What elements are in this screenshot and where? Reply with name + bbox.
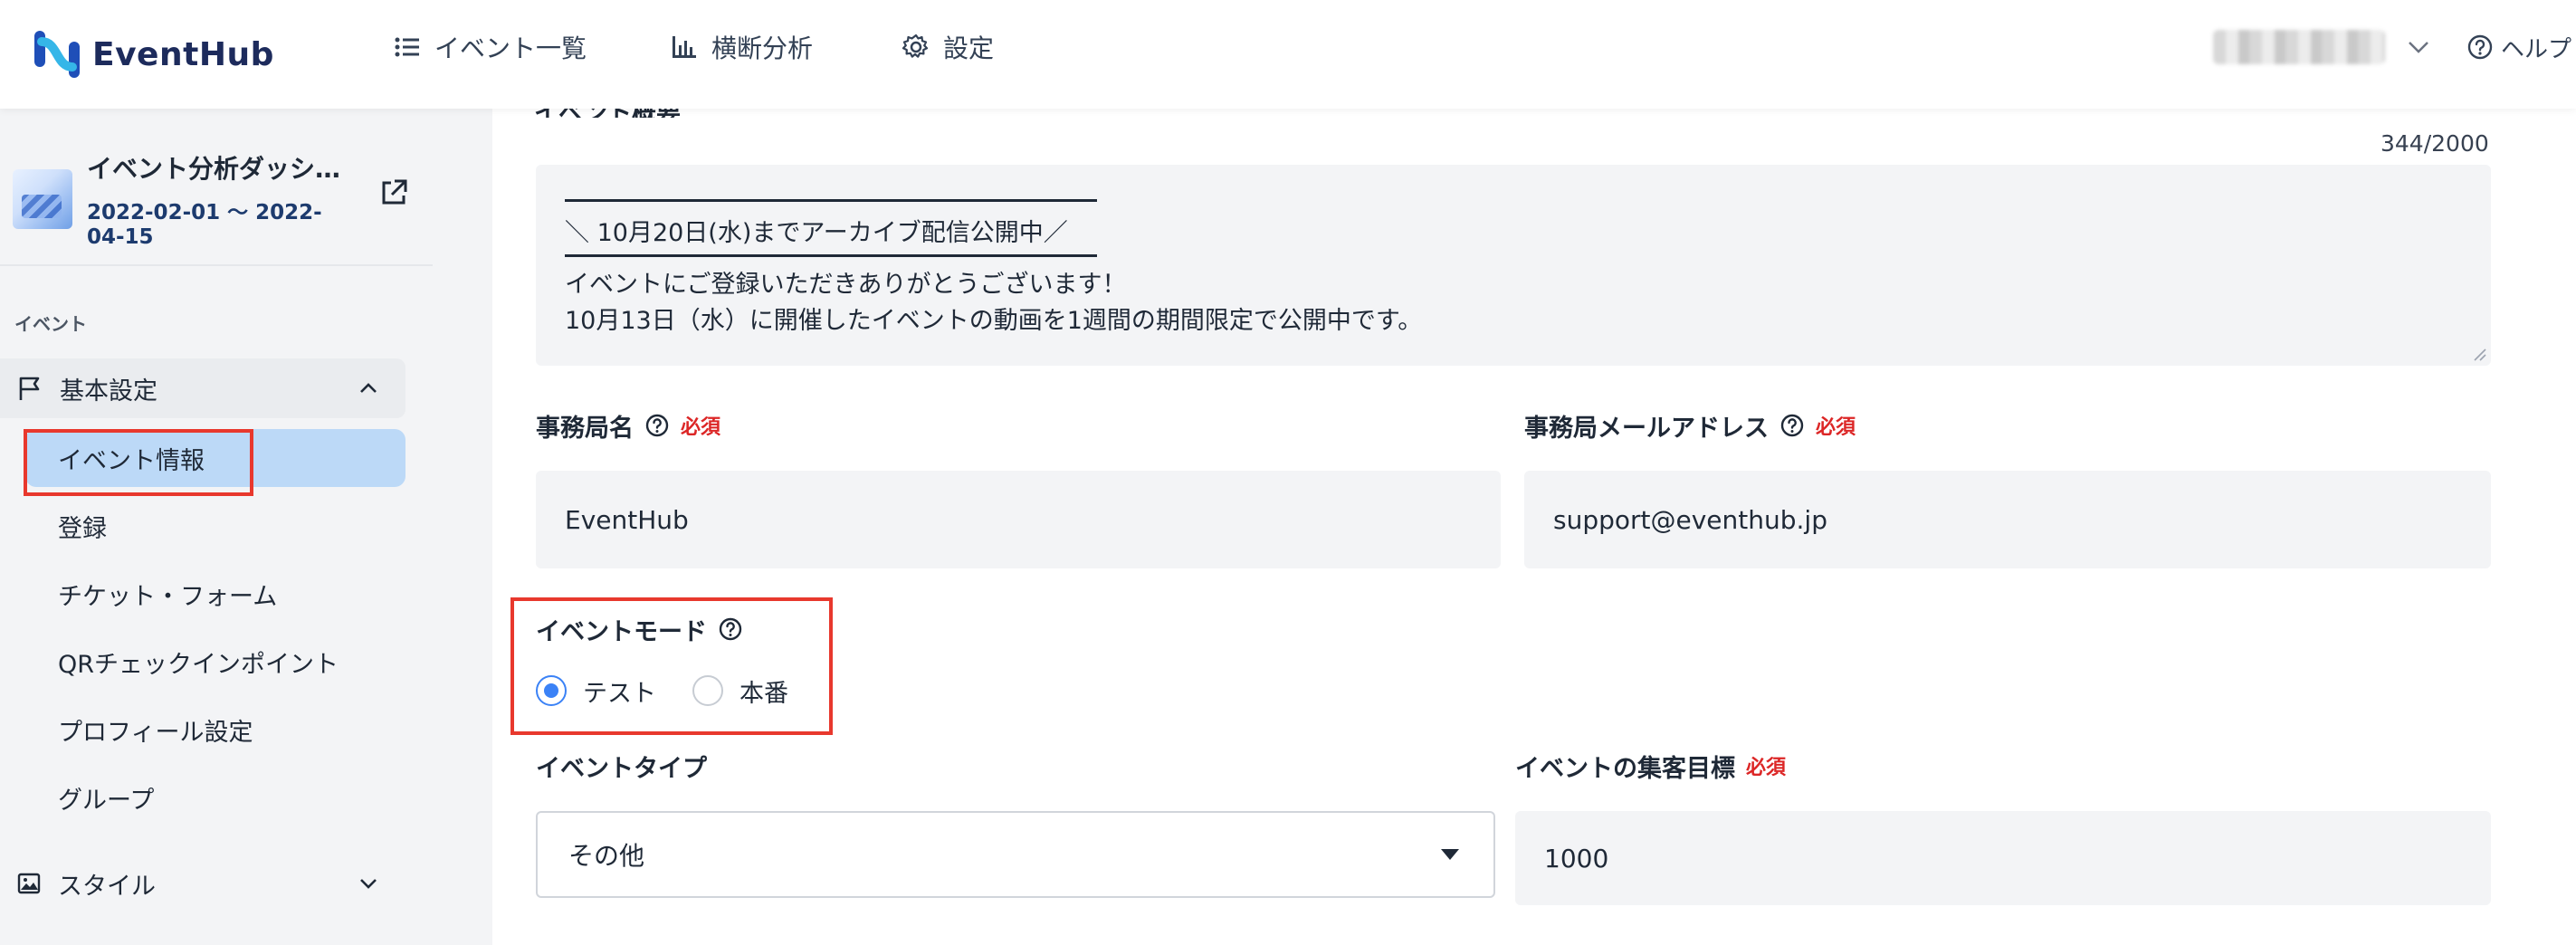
sidebar-item-profile-settings[interactable]: プロフィール設定	[25, 701, 405, 759]
help-label: ヘルプ	[2501, 35, 2572, 63]
event-type-label: イベントタイプ	[536, 748, 707, 784]
sidebar-item-label: QRチェックインポイント	[58, 650, 339, 679]
nav-settings[interactable]: 設定	[902, 25, 994, 69]
nav-event-list[interactable]: イベント一覧	[393, 25, 587, 69]
event-dates: 2022-02-01 〜 2022-04-15	[87, 201, 322, 249]
sidebar: イベント分析ダッシ… 2022-02-01 〜 2022-04-15 イベント …	[0, 109, 433, 945]
office-name-value: EventHub	[565, 504, 689, 535]
event-mode-label-text: イベントモード	[536, 617, 707, 646]
event-name: イベント分析ダッシ…	[87, 154, 341, 184]
required-badge: 必須	[681, 416, 721, 439]
group-style[interactable]: スタイル	[0, 854, 405, 913]
event-target-label-text: イベントの集客目標	[1515, 754, 1735, 783]
help-circle-icon[interactable]	[1779, 413, 1805, 438]
group-style-label: スタイル	[58, 872, 156, 901]
office-name-label-text: 事務局名	[536, 414, 634, 443]
event-target-value: 1000	[1544, 843, 1609, 873]
group-basic-settings[interactable]: 基本設定	[0, 358, 405, 418]
required-badge: 必須	[1816, 416, 1856, 439]
group-basic-settings-label: 基本設定	[60, 377, 157, 406]
office-email-input[interactable]: support@eventhub.jp	[1524, 471, 2491, 568]
external-link-icon[interactable]	[378, 177, 409, 208]
chevron-up-icon	[360, 383, 377, 393]
event-meta: イベント分析ダッシ… 2022-02-01 〜 2022-04-15	[87, 149, 358, 249]
help-link[interactable]: ヘルプ	[2466, 25, 2571, 69]
top-header: EventHub イベント一覧 横断分析 設定 ヘルプ	[0, 0, 2576, 109]
section-label-event: イベント	[14, 313, 87, 335]
office-name-label: 事務局名 必須	[536, 407, 720, 444]
list-icon	[395, 37, 419, 57]
radio-option-test[interactable]: テスト	[536, 673, 656, 709]
current-event-card[interactable]: イベント分析ダッシ… 2022-02-01 〜 2022-04-15	[13, 154, 420, 249]
logo-text: EventHub	[92, 35, 274, 73]
nav-cross-analysis[interactable]: 横断分析	[670, 25, 813, 69]
textarea-rule	[565, 254, 1097, 257]
event-type-value: その他	[568, 841, 645, 871]
nav-settings-label: 設定	[943, 33, 995, 63]
event-mode-label: イベントモード	[536, 611, 743, 647]
gear-icon	[902, 33, 929, 58]
help-circle-icon	[2467, 34, 2493, 60]
chevron-down-icon	[2409, 42, 2428, 53]
office-name-input[interactable]: EventHub	[536, 471, 1501, 568]
char-counter: 344/2000	[2380, 130, 2489, 157]
sidebar-divider	[0, 264, 433, 266]
sidebar-item-label: チケット・フォーム	[58, 582, 278, 611]
event-type-select[interactable]: その他	[536, 811, 1495, 898]
event-target-label: イベントの集客目標 必須	[1515, 748, 1786, 784]
sidebar-item-qr-checkin[interactable]: QRチェックインポイント	[25, 633, 405, 691]
textarea-rule	[565, 199, 1097, 202]
sidebar-item-label: イベント情報	[58, 446, 205, 475]
office-email-label-text: 事務局メールアドレス	[1524, 414, 1769, 443]
required-badge: 必須	[1746, 757, 1787, 779]
sidebar-item-label: グループ	[58, 786, 155, 815]
office-email-label: 事務局メールアドレス 必須	[1524, 407, 1856, 444]
radio-option-production[interactable]: 本番	[692, 673, 788, 709]
account-menu[interactable]	[2213, 25, 2430, 69]
nav-cross-analysis-label: 横断分析	[711, 33, 814, 63]
radio-label-production: 本番	[739, 679, 788, 708]
help-circle-icon[interactable]	[718, 616, 743, 642]
flag-icon	[19, 377, 40, 400]
resize-handle-icon[interactable]	[2471, 346, 2487, 362]
event-mode-radio-group: テスト 本番	[536, 670, 825, 711]
chevron-down-icon	[360, 879, 377, 889]
radio-label-test: テスト	[583, 679, 656, 708]
sidebar-item-label: プロフィール設定	[58, 718, 253, 747]
caret-down-icon	[1441, 849, 1459, 860]
event-target-input[interactable]: 1000	[1515, 811, 2491, 905]
eventhub-logo-icon	[34, 31, 80, 78]
overview-line: ＼ 10月20日(水)までアーカイブ配信公開中／	[565, 219, 1068, 247]
sidebar-item-group[interactable]: グループ	[25, 768, 405, 826]
radio-button[interactable]	[692, 675, 723, 706]
eventhub-logo[interactable]: EventHub	[33, 18, 274, 91]
overview-textarea[interactable]: ＼ 10月20日(水)までアーカイブ配信公開中／ イベントにご登録いただきありが…	[536, 165, 2491, 366]
account-name-blurred	[2213, 30, 2385, 64]
radio-button-checked[interactable]	[536, 675, 567, 706]
image-icon	[17, 873, 41, 894]
bar-chart-icon	[673, 36, 696, 58]
help-circle-icon[interactable]	[644, 413, 670, 438]
sidebar-item-registration[interactable]: 登録	[25, 497, 405, 555]
sidebar-item-label: 登録	[58, 514, 107, 543]
event-type-label-text: イベントタイプ	[536, 754, 707, 783]
nav-event-list-label: イベント一覧	[434, 33, 587, 63]
overview-line: 10月13日（水）に開催したイベントの動画を1週間の期間限定で公開中です。	[565, 307, 1423, 335]
sidebar-item-event-info[interactable]: イベント情報	[25, 429, 405, 487]
event-thumbnail	[13, 169, 72, 229]
sidebar-item-ticket-form[interactable]: チケット・フォーム	[25, 565, 405, 623]
office-email-value: support@eventhub.jp	[1553, 504, 1827, 535]
